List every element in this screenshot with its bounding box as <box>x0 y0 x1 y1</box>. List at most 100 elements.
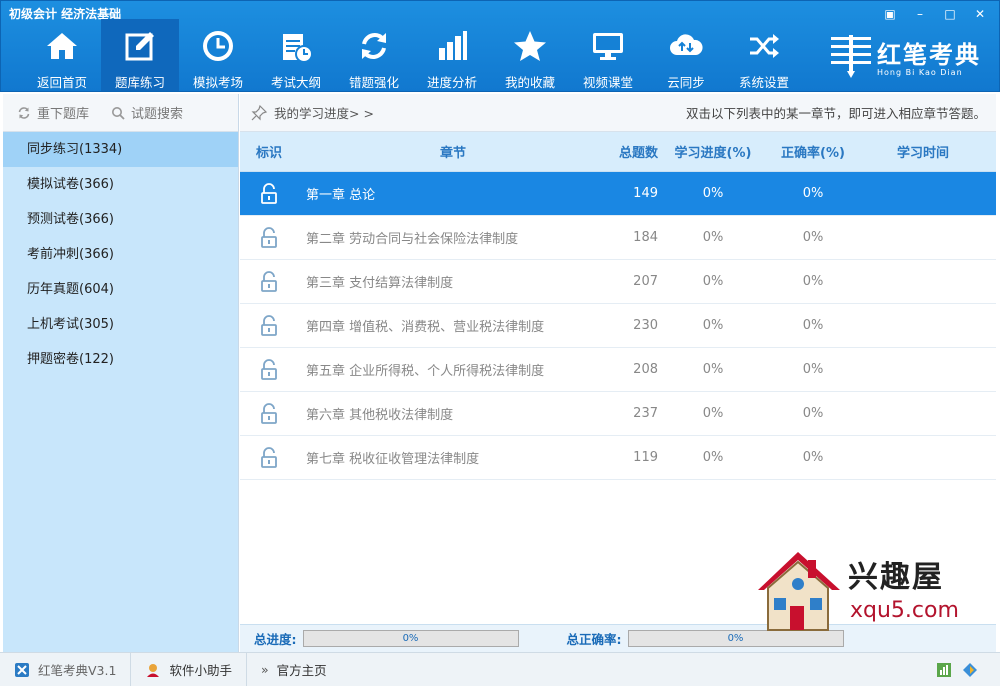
assistant-button[interactable]: 软件小助手 <box>131 653 247 686</box>
toolbar-favorites[interactable]: 我的收藏 <box>491 19 569 91</box>
column-header[interactable]: 正确率(%) <box>768 142 858 161</box>
table-row[interactable]: 第六章 其他税收法律制度 237 0% 0% <box>240 392 996 436</box>
table-row[interactable]: 第一章 总论 149 0% 0% <box>240 172 996 216</box>
total-progress-bar: 0% <box>302 630 519 647</box>
toolbar-label: 云同步 <box>667 75 705 90</box>
study-progress: 0% <box>702 186 724 201</box>
table-header: 标识 章节 总题数 学习进度(%) 正确率(%) 学习时间 <box>240 132 996 172</box>
category-computer-exam[interactable]: 上机考试(305) <box>3 307 238 342</box>
question-count: 184 <box>633 230 658 245</box>
sidebar-toolbar: 重下题库 试题搜索 <box>3 94 238 132</box>
chapter-name: 第一章 总论 <box>306 188 376 203</box>
app-logo-icon <box>15 662 29 677</box>
question-count: 149 <box>633 186 658 201</box>
column-header[interactable]: 标识 <box>240 142 298 161</box>
chapter-name: 第二章 劳动合同与社会保险法律制度 <box>306 232 519 247</box>
toolbar-mock-exam[interactable]: 模拟考场 <box>179 19 257 91</box>
study-progress: 0% <box>702 450 724 465</box>
unlock-icon <box>261 446 277 468</box>
category-past-exams[interactable]: 历年真题(604) <box>3 272 238 307</box>
pen-logo-icon <box>831 35 871 78</box>
column-header[interactable]: 学习进度(%) <box>658 142 768 161</box>
study-progress: 0% <box>702 406 724 421</box>
question-count: 230 <box>633 318 658 333</box>
toolbar-progress-analysis[interactable]: 进度分析 <box>413 19 491 91</box>
instruction-hint: 双击以下列表中的某一章节，即可进入相应章节答题。 <box>685 106 986 121</box>
total-progress-label: 总进度: <box>254 632 297 647</box>
watermark-text: 兴趣屋 <box>848 560 944 595</box>
table-row[interactable]: 第七章 税收征收管理法律制度 119 0% 0% <box>240 436 996 480</box>
unlock-icon <box>261 402 277 424</box>
star-icon <box>509 25 551 66</box>
accuracy-rate: 0% <box>802 362 824 377</box>
column-header[interactable]: 学习时间 <box>858 142 988 161</box>
search-questions-button[interactable]: 试题搜索 <box>111 103 183 122</box>
row-status <box>240 314 298 337</box>
house-logo-icon <box>758 552 840 631</box>
table-row[interactable]: 第二章 劳动合同与社会保险法律制度 184 0% 0% <box>240 216 996 260</box>
my-progress-link[interactable]: 我的学习进度> > <box>274 103 374 122</box>
row-status <box>240 358 298 381</box>
search-icon <box>112 106 125 120</box>
homepage-link[interactable]: » 官方主页 <box>247 653 341 686</box>
chapter-name: 第三章 支付结算法律制度 <box>306 276 454 291</box>
refresh-icon <box>353 25 395 66</box>
toolbar-wrong-questions[interactable]: 错题强化 <box>335 19 413 91</box>
study-progress: 0% <box>702 318 724 333</box>
main-topbar: 我的学习进度> > 双击以下列表中的某一章节，即可进入相应章节答题。 <box>240 94 996 132</box>
study-progress: 0% <box>702 362 724 377</box>
table-row[interactable]: 第四章 增值税、消费税、营业税法律制度 230 0% 0% <box>240 304 996 348</box>
home-icon <box>41 25 83 66</box>
toolbar-label: 进度分析 <box>426 75 477 90</box>
column-header[interactable]: 总题数 <box>608 142 658 161</box>
table-row[interactable]: 第三章 支付结算法律制度 207 0% 0% <box>240 260 996 304</box>
row-status <box>240 446 298 469</box>
version-info: 红笔考典V3.1 <box>0 653 132 686</box>
reload-bank-button[interactable]: 重下题库 <box>17 103 89 122</box>
clock-icon <box>197 25 239 66</box>
diamond-status-icon[interactable] <box>962 662 978 678</box>
category-mock-papers[interactable]: 模拟试卷(366) <box>3 167 238 202</box>
brand-name: 红笔考典 <box>877 40 981 69</box>
toolbar-cloud-sync[interactable]: 云同步 <box>647 19 725 91</box>
accuracy-rate: 0% <box>802 450 824 465</box>
version-label: 红笔考典V3.1 <box>38 663 117 678</box>
refresh-icon <box>18 106 30 119</box>
edit-icon <box>119 25 161 66</box>
toolbar-question-bank[interactable]: 题库练习 <box>101 19 179 91</box>
category-sync-practice[interactable]: 同步练习(1334) <box>3 132 238 167</box>
study-progress: 0% <box>702 274 724 289</box>
row-status <box>240 182 298 205</box>
category-forecast-papers[interactable]: 预测试卷(366) <box>3 202 238 237</box>
monitor-icon <box>587 25 629 66</box>
toolbar-settings[interactable]: 系统设置 <box>725 19 803 91</box>
toolbar-syllabus[interactable]: 考试大纲 <box>257 19 335 91</box>
bar-chart-icon <box>431 25 473 66</box>
watermark: 兴趣屋 xqu5.com <box>752 546 982 634</box>
table-row[interactable]: 第五章 企业所得税、个人所得税法律制度 208 0% 0% <box>240 348 996 392</box>
unlock-icon <box>261 182 277 204</box>
category-pre-exam-sprint[interactable]: 考前冲刺(366) <box>3 237 238 272</box>
double-chevron-icon: » <box>260 662 269 677</box>
menu-button[interactable]: ▣ <box>877 5 903 23</box>
accuracy-rate: 0% <box>802 274 824 289</box>
assistant-icon <box>147 663 160 677</box>
chart-status-icon[interactable] <box>936 662 952 678</box>
minimize-button[interactable]: – <box>907 5 933 23</box>
toolbar-video-class[interactable]: 视频课堂 <box>569 19 647 91</box>
column-header[interactable]: 章节 <box>298 142 608 161</box>
question-count: 237 <box>633 406 658 421</box>
unlock-icon <box>261 226 277 248</box>
row-status <box>240 402 298 425</box>
search-questions-label: 试题搜索 <box>131 107 184 122</box>
unlock-icon <box>261 270 277 292</box>
chapter-table: 第一章 总论 149 0% 0% 第二章 劳动合同与社会保险法律制度 184 0% 0% 第三章… <box>240 172 996 480</box>
homepage-label: 官方主页 <box>276 663 327 678</box>
unlock-icon <box>261 314 277 336</box>
accuracy-rate: 0% <box>802 406 824 421</box>
toolbar-home[interactable]: 返回首页 <box>23 19 101 91</box>
category-secret-papers[interactable]: 押题密卷(122) <box>3 342 238 377</box>
close-button[interactable]: ✕ <box>967 5 993 23</box>
maximize-button[interactable]: □ <box>937 5 963 23</box>
toolbar-label: 系统设置 <box>738 75 789 90</box>
